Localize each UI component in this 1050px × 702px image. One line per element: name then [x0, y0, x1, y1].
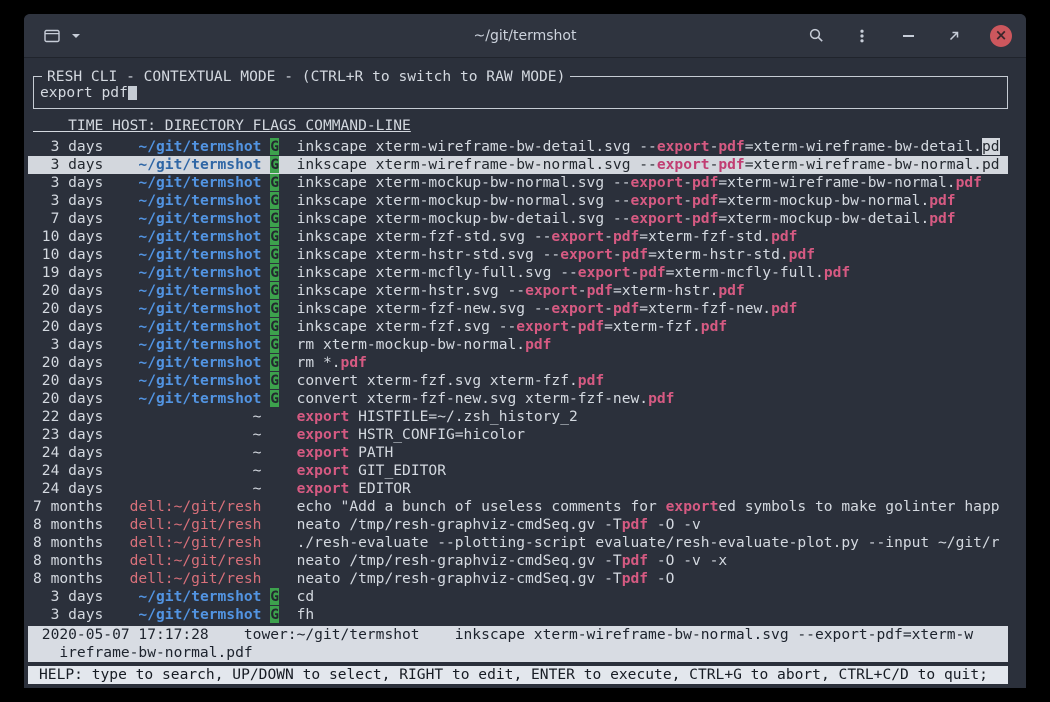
history-row[interactable]: 7 days ~/git/termshot G inkscape xterm-m… [28, 210, 1008, 228]
terminal-window: ~/git/termshot × [24, 14, 1026, 688]
history-row[interactable]: 8 months dell:~/git/resh neato /tmp/resh… [28, 570, 1008, 588]
search-box: RESH CLI - CONTEXTUAL MODE - (CTRL+R to … [33, 76, 1008, 109]
detail-line-1: 2020-05-07 17:17:28 tower:~/git/termshot… [33, 626, 1008, 644]
history-row[interactable]: 23 days ~ export HSTR_CONFIG=hicolor [28, 426, 1008, 444]
detail-line-2: ireframe-bw-normal.pdf [33, 644, 1008, 662]
history-row[interactable]: 20 days ~/git/termshot G convert xterm-f… [28, 390, 1008, 408]
history-row[interactable]: 22 days ~ export HISTFILE=~/.zsh_history… [28, 408, 1008, 426]
history-row[interactable]: 24 days ~ export EDITOR [28, 480, 1008, 498]
history-row[interactable]: 19 days ~/git/termshot G inkscape xterm-… [28, 264, 1008, 282]
history-row[interactable]: 3 days ~/git/termshot G inkscape xterm-m… [28, 192, 1008, 210]
history-list: 3 days ~/git/termshot G inkscape xterm-w… [33, 138, 1008, 624]
history-row[interactable]: 20 days ~/git/termshot G inkscape xterm-… [28, 282, 1008, 300]
dropdown-caret-icon[interactable] [72, 34, 80, 42]
history-row[interactable]: 3 days ~/git/termshot G inkscape xterm-w… [28, 156, 1008, 174]
terminal-content: RESH CLI - CONTEXTUAL MODE - (CTRL+R to … [24, 58, 1026, 688]
search-query-text: export pdf [40, 84, 128, 101]
help-bar: HELP: type to search, UP/DOWN to select,… [28, 666, 1008, 684]
history-row[interactable]: 24 days ~ export PATH [28, 444, 1008, 462]
history-row[interactable]: 3 days ~/git/termshot G inkscape xterm-m… [28, 174, 1008, 192]
history-row[interactable]: 3 days ~/git/termshot G cd [28, 588, 1008, 606]
menu-kebab-icon[interactable] [852, 26, 872, 46]
table-header-text: TIME HOST: DIRECTORY FLAGS COMMAND-LINE [33, 117, 411, 134]
history-row[interactable]: 3 days ~/git/termshot G fh [28, 606, 1008, 624]
history-row[interactable]: 3 days ~/git/termshot G rm xterm-mockup-… [28, 336, 1008, 354]
history-row[interactable]: 8 months dell:~/git/resh neato /tmp/resh… [28, 516, 1008, 534]
history-row[interactable]: 10 days ~/git/termshot G inkscape xterm-… [28, 246, 1008, 264]
history-row[interactable]: 10 days ~/git/termshot G inkscape xterm-… [28, 228, 1008, 246]
minimize-button[interactable] [898, 26, 918, 46]
history-row[interactable]: 3 days ~/git/termshot G inkscape xterm-w… [28, 138, 1008, 156]
close-button[interactable]: × [990, 25, 1012, 47]
history-row[interactable]: 20 days ~/git/termshot G rm *.pdf [28, 354, 1008, 372]
history-row[interactable]: 8 months dell:~/git/resh neato /tmp/resh… [28, 552, 1008, 570]
history-row[interactable]: 20 days ~/git/termshot G convert xterm-f… [28, 372, 1008, 390]
titlebar: ~/git/termshot × [24, 14, 1026, 58]
history-row[interactable]: 8 months dell:~/git/resh ./resh-evaluate… [28, 534, 1008, 552]
history-row[interactable]: 24 days ~ export GIT_EDITOR [28, 462, 1008, 480]
selected-entry-detail: 2020-05-07 17:17:28 tower:~/git/termshot… [28, 626, 1008, 662]
search-icon[interactable] [806, 26, 826, 46]
mode-title: RESH CLI - CONTEXTUAL MODE - (CTRL+R to … [42, 68, 570, 86]
search-input[interactable]: export pdf [40, 84, 1001, 102]
table-header-row: TIME HOST: DIRECTORY FLAGS COMMAND-LINE [33, 117, 1008, 135]
text-cursor-block [128, 84, 137, 100]
history-row[interactable]: 7 months dell:~/git/resh echo "Add a bun… [28, 498, 1008, 516]
history-row[interactable]: 20 days ~/git/termshot G inkscape xterm-… [28, 318, 1008, 336]
restore-button[interactable] [944, 26, 964, 46]
terminal-window-icon[interactable] [42, 26, 62, 46]
history-row[interactable]: 20 days ~/git/termshot G inkscape xterm-… [28, 300, 1008, 318]
